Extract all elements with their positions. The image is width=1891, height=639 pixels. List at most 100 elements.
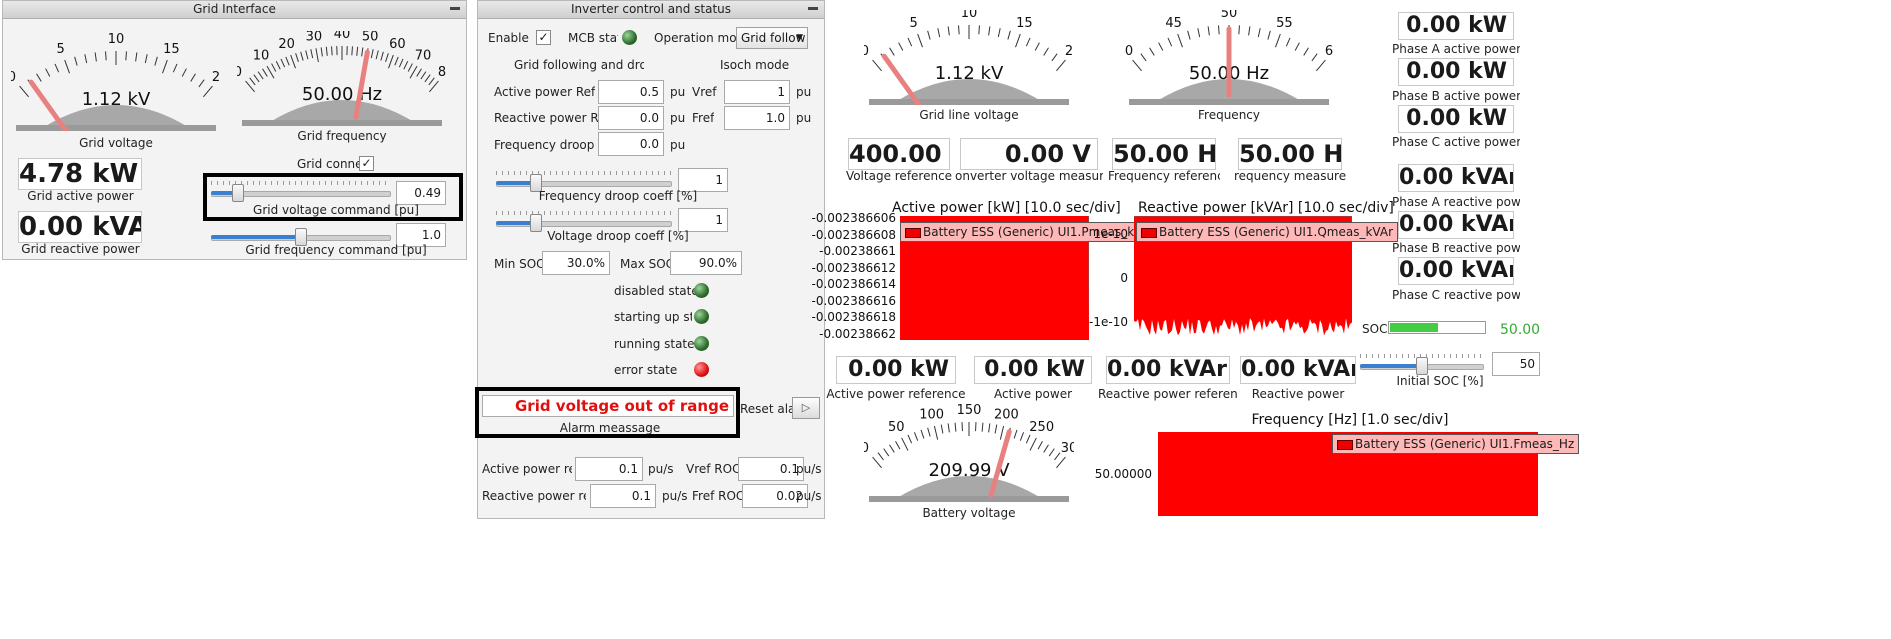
gauge-tick-label: 5 [909, 16, 917, 31]
active-power-reference-caption: Active power reference [826, 387, 966, 401]
reactive-roc-unit: pu/s [662, 489, 688, 503]
gauge-tick-label: 15 [163, 42, 180, 57]
legend-label: Battery ESS (Generic) UI1.Qmeas_kVAr [1159, 225, 1393, 239]
vref-input[interactable]: 1 [724, 80, 790, 104]
reactive-roc-label: Reactive power ref R [482, 489, 586, 503]
gauge-tick [988, 26, 991, 36]
gauge-tick [933, 425, 939, 440]
gauge-tick [889, 47, 895, 56]
panel-title: Inverter control and status [478, 1, 824, 19]
gauge-tick [901, 437, 909, 451]
gauge-tick [36, 73, 42, 82]
gauge-tick-label: 10 [253, 49, 270, 64]
gauge-tick [920, 429, 925, 439]
gauge-tick [1015, 33, 1021, 48]
minimize-icon[interactable] [808, 7, 818, 10]
active-power-display: 0.00 kW [974, 356, 1092, 384]
gauge-tick [74, 56, 78, 66]
fref-input[interactable]: 1.0 [724, 106, 790, 130]
phase-c-reactive-power-display: 0.00 kVAr [1398, 257, 1514, 285]
mcb-status-label: MCB status [568, 31, 618, 45]
grid-voltage-command-input[interactable]: 0.49 [396, 181, 446, 205]
gauge-tick [937, 28, 941, 38]
panel-title: Grid Interface [3, 1, 466, 19]
gauge-tick-label: 30 [306, 31, 323, 44]
freq-droop-offset-input[interactable]: 0.0 [598, 132, 664, 156]
gauge-tick [394, 56, 399, 66]
y-tick-label: -0.002386606 [811, 211, 897, 225]
gauge-base [242, 120, 442, 126]
gauge-tick-label: 40 [334, 31, 351, 42]
y-tick-label: -0.002386612 [811, 260, 897, 275]
reactive-roc-input[interactable]: 0.1 [590, 484, 656, 508]
inverter-panel-title: Inverter control and status [570, 2, 732, 16]
grid-connect-checkbox[interactable]: ✓ [359, 156, 374, 171]
gauge-tick [927, 30, 931, 40]
y-tick-label: -0.002386614 [811, 277, 897, 292]
gauge-tick [940, 424, 944, 434]
gauge-tick-label: 100 [919, 407, 944, 422]
active-power-ref-label: Active power Ref [494, 85, 596, 99]
gauge-tick [64, 59, 70, 74]
min-soc-input[interactable]: 30.0% [542, 251, 610, 275]
gauge-tick [190, 73, 196, 82]
initial-soc-slider[interactable] [1360, 354, 1484, 376]
gauge-tick [1267, 30, 1271, 40]
active-power-ref-input[interactable]: 0.5 [598, 80, 664, 104]
grid-reactive-power-caption: Grid reactive power [21, 242, 140, 256]
y-tick-label: 50.00000 [1094, 467, 1152, 481]
vref-roc-unit: pu/s [796, 462, 822, 476]
gauge-tick [877, 452, 884, 461]
gauge-tick-label: 60 [1325, 44, 1334, 59]
vref-unit: pu [796, 85, 812, 99]
minimize-icon[interactable] [450, 7, 460, 10]
gauge-tick [325, 46, 328, 56]
frequency-measurement-caption: requency measuremei [1234, 169, 1346, 183]
legend-swatch [905, 228, 921, 238]
max-soc-input[interactable]: 90.0% [670, 251, 742, 275]
gauge-tick [94, 52, 97, 62]
gauge-tick [1149, 47, 1155, 56]
gauge-tick [907, 434, 913, 444]
gauge-tick [305, 50, 309, 60]
max-soc-label: Max SOC [620, 257, 675, 271]
reset-alarm-button[interactable]: ▷ [792, 397, 820, 419]
y-tick-label: -0.002386616 [811, 293, 897, 308]
frequency-caption: Frequency [1198, 108, 1260, 122]
gauge-tick-label: 20 [212, 70, 221, 85]
operation-mode-select[interactable]: Grid follow ▼ [736, 27, 808, 49]
gauge-tick-label: 5 [56, 42, 64, 57]
initial-soc-caption: Initial SOC [%] [1396, 374, 1484, 388]
slider-thumb[interactable] [1416, 357, 1428, 375]
gauge-tick [1140, 53, 1147, 62]
initial-soc-input[interactable]: 50 [1492, 352, 1540, 376]
active-roc-input[interactable]: 0.1 [575, 457, 643, 481]
enable-checkbox[interactable]: ✓ [536, 30, 551, 45]
y-tick-label: -0.002386608 [811, 227, 897, 242]
gauge-tick-label: 0 [237, 65, 242, 80]
phase-c-reactive-power-caption: Phase C reactive power [1392, 288, 1520, 302]
slider-thumb[interactable] [231, 184, 244, 202]
vref-roc-input[interactable]: 0.1 [738, 457, 804, 481]
gauge-readout: 1.12 kV [935, 63, 1004, 84]
gauge-tick [883, 448, 890, 457]
alarm-message-caption: Alarm meassage [559, 421, 661, 435]
active-power-y-axis: -0.002386606 -0.002386608 -0.00238661 -0.00… [812, 211, 900, 341]
gauge-tick-label: 250 [1029, 420, 1054, 435]
grid-panel-title: Grid Interface [193, 2, 276, 16]
soc-label: SOC [1362, 322, 1388, 336]
grid-reactive-power-display: 0.00 kVAr [18, 211, 142, 243]
starting-up-state-led [694, 309, 709, 324]
grid-voltage-command-slider[interactable] [211, 181, 391, 203]
volt-droop-coeff-caption: Voltage droop coeff [%] [547, 229, 689, 243]
grid-interface-panel: Grid Interface 0 5 10 15 20 1.12 kV Grid volt… [2, 0, 467, 260]
gauge-tick [1025, 37, 1031, 47]
gauge-tick [1207, 26, 1210, 36]
gauge-tick [1187, 30, 1191, 40]
gauge-tick-label: 300 [1061, 441, 1074, 456]
fref-unit: pu [796, 111, 812, 125]
active-power-chart-title: Active power [kW] [10.0 sec/div] [892, 200, 1121, 216]
reactive-power-ref-input[interactable]: 0.0 [598, 106, 664, 130]
gauge-tick-label: 20 [278, 37, 295, 52]
reactive-power-caption: Reactive power [1251, 387, 1345, 401]
